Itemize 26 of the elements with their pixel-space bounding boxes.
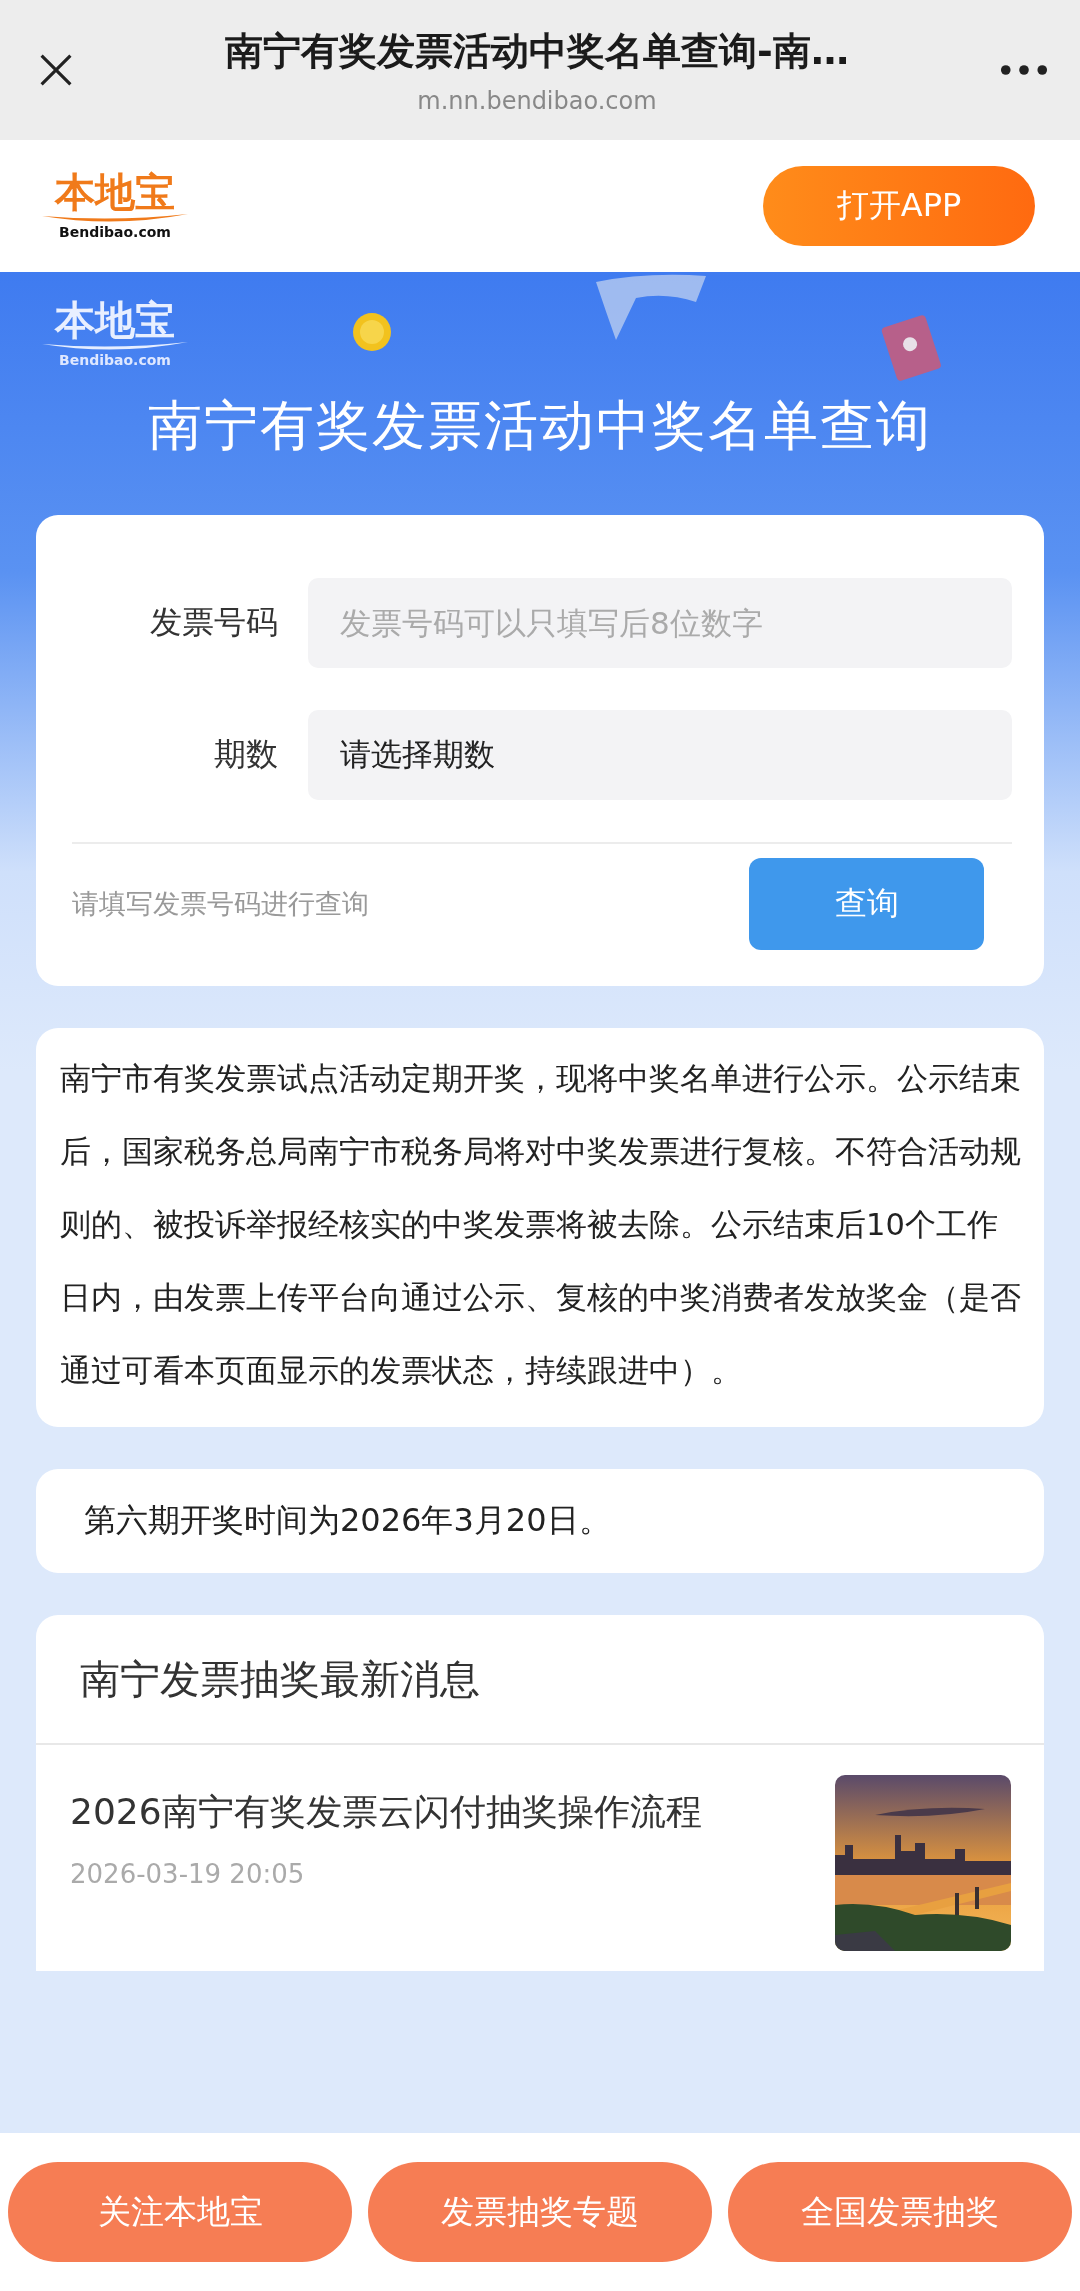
field-label: 期数 <box>213 734 279 775</box>
footer-button[interactable]: 发票抽奖专题 <box>368 2162 712 2262</box>
input-field[interactable]: 请选择期数 <box>308 710 1012 800</box>
paper-icon <box>596 272 706 342</box>
news-title[interactable]: 2026南宁有奖发票云闪付抽奖操作流程 <box>70 1779 805 1845</box>
page-title: 南宁有奖发票活动中奖名单查询-南… <box>224 27 850 75</box>
logo-text: 本地宝 <box>55 300 175 340</box>
news-date: 2026-03-19 20:05 <box>70 1859 306 1889</box>
notice-text: 南宁市有奖发票试点活动定期开奖，现将中奖名单进行公示。公示结束后，国家税务总局南宁市税务局将对中奖发票进行复核。不符合活动规则的、被投诉举报经核实的中奖发票将被去除。公示结束后10个工作日内，由发票上传平台向通过公示、复核的中奖消费者发放奖金（是否通过可看本页面显示的发票状态，持续跟进中）。 <box>60 1060 1022 1390</box>
logo-domain: Bendibao.com <box>59 352 171 368</box>
hint-text: 请填写发票号码进行查询 <box>72 887 369 921</box>
open-app-button[interactable]: 打开APP <box>763 166 1035 246</box>
field-label: 发票号码 <box>149 602 279 643</box>
coin-icon <box>352 312 392 352</box>
logo-text: 本地宝 <box>55 172 175 212</box>
footer-button[interactable]: 关注本地宝 <box>8 2162 352 2262</box>
more-icon[interactable] <box>1000 64 1048 76</box>
page-url: m.nn.bendibao.com <box>416 86 658 115</box>
draw-date-text: 第六期开奖时间为2026年3月20日。 <box>84 1501 611 1539</box>
input-field[interactable]: 发票号码可以只填写后8位数字 <box>308 578 1012 668</box>
logo-domain: Bendibao.com <box>59 224 171 240</box>
news-heading: 南宁发票抽奖最新消息 <box>36 1615 1044 1745</box>
banner-title: 南宁有奖发票活动中奖名单查询 <box>147 393 933 459</box>
query-button[interactable]: 查询 <box>749 858 984 950</box>
footer-button[interactable]: 全国发票抽奖 <box>728 2162 1072 2262</box>
close-icon[interactable] <box>38 52 74 88</box>
